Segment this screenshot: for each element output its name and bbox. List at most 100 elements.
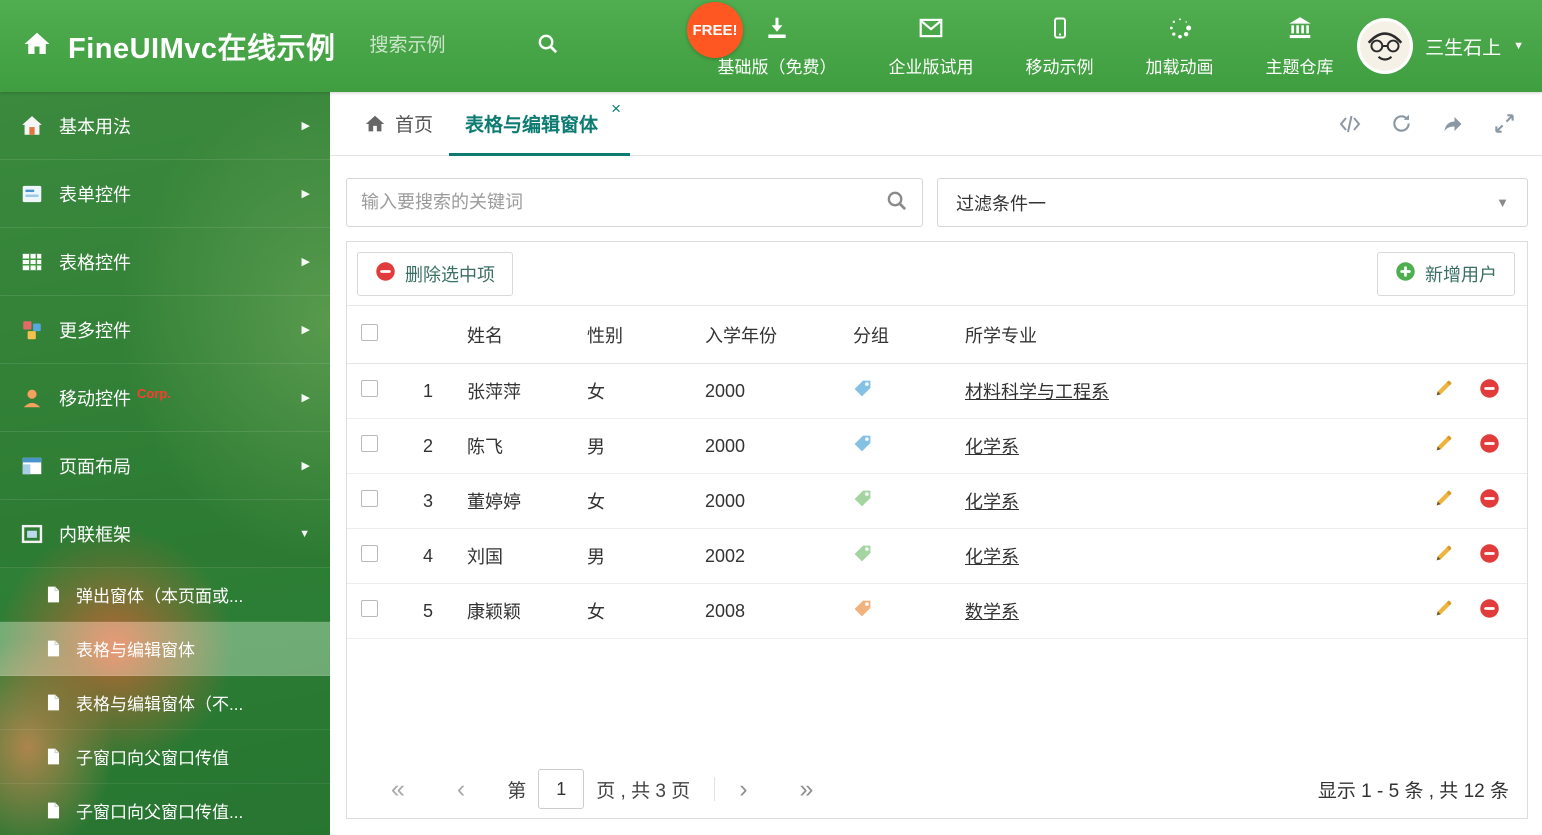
page-number-input[interactable] (538, 769, 585, 809)
pagination-bar: « ‹ 第 页 , 共 3 页 › » 显示 1 - 5 条 , 共 12 条 (347, 760, 1527, 818)
frame-icon (20, 522, 44, 546)
sidebar-item-more-controls[interactable]: 更多控件 ▶ (0, 296, 330, 364)
sidebar-subitem-child-to-parent[interactable]: 子窗口向父窗口传值 (0, 730, 330, 784)
last-page-button[interactable]: » (800, 776, 814, 802)
search-icon[interactable] (885, 189, 908, 217)
form-icon (20, 182, 44, 206)
sidebar-subitem-popup-window[interactable]: 弹出窗体（本页面或... (0, 568, 330, 622)
edit-row-button[interactable] (1433, 488, 1454, 509)
delete-row-button[interactable] (1479, 378, 1500, 399)
filter-dropdown[interactable]: 过滤条件一 ▼ (937, 178, 1528, 227)
app-window: FineUIMvc在线示例 FREE! 基础版（免费） 企业版试用 移动示例 加… (0, 0, 1542, 835)
major-link[interactable]: 材料科学与工程系 (965, 382, 1109, 402)
cell-year: 2000 (705, 380, 746, 401)
share-icon[interactable] (1441, 112, 1465, 136)
row-checkbox[interactable] (361, 545, 378, 562)
refresh-icon[interactable] (1390, 112, 1413, 135)
prev-page-button[interactable]: ‹ (457, 776, 465, 802)
delete-row-button[interactable] (1479, 543, 1500, 564)
delete-row-button[interactable] (1479, 433, 1500, 454)
home-icon (364, 113, 386, 135)
home-icon (22, 29, 52, 64)
cell-gender: 男 (587, 547, 605, 567)
pager-divider (714, 777, 716, 801)
sidebar-item-iframe[interactable]: 内联框架 ▼ (0, 500, 330, 568)
close-icon[interactable]: × (611, 100, 621, 117)
row-number: 4 (423, 545, 434, 566)
table-row: 5 康颖颖 女 2008 数学系 (347, 584, 1527, 639)
sidebar-subitem-child-to-parent-2[interactable]: 子窗口向父窗口传值... (0, 784, 330, 835)
caret-down-icon: ▼ (1496, 195, 1509, 210)
mobile-icon (1048, 15, 1072, 46)
sidebar-subitem-grid-edit-window[interactable]: 表格与编辑窗体 (0, 622, 330, 676)
tab-home[interactable]: 首页 (348, 92, 449, 155)
row-checkbox[interactable] (361, 380, 378, 397)
filter-row: 过滤条件一 ▼ (330, 156, 1542, 227)
filter-dropdown-value: 过滤条件一 (956, 193, 1046, 214)
chevron-right-icon: ▶ (301, 392, 310, 404)
major-link[interactable]: 化学系 (965, 547, 1019, 567)
search-icon[interactable] (536, 32, 559, 60)
row-checkbox[interactable] (361, 490, 378, 507)
next-page-button[interactable]: › (739, 776, 747, 802)
add-user-button[interactable]: 新增用户 (1377, 251, 1515, 296)
expand-icon[interactable] (1493, 112, 1516, 135)
table-row: 4 刘国 男 2002 化学系 (347, 529, 1527, 584)
user-menu[interactable]: 三生石上 ▼ (1357, 0, 1524, 92)
header-search (369, 32, 580, 60)
user-name: 三生石上 (1425, 37, 1502, 59)
cell-year: 2000 (705, 490, 746, 511)
user-avatar (1357, 18, 1414, 74)
grid-toolbar: 删除选中项 新增用户 (347, 242, 1527, 306)
cell-gender: 男 (587, 437, 605, 457)
first-page-button[interactable]: « (391, 776, 405, 802)
brand[interactable]: FineUIMvc在线示例 (0, 25, 360, 67)
chevron-right-icon: ▶ (301, 120, 310, 132)
cubes-icon (20, 318, 44, 342)
group-tag-icon (853, 489, 872, 508)
cell-gender: 女 (587, 382, 605, 402)
grid-panel: 删除选中项 新增用户 姓名 性别 入学年份 分组 所学专业 1 张萍萍 女 20… (346, 241, 1528, 819)
group-tag-icon (853, 544, 872, 563)
source-code-icon[interactable] (1338, 112, 1362, 136)
edit-row-button[interactable] (1433, 433, 1454, 454)
nav-item-loading-animation[interactable]: 加载动画 (1120, 15, 1240, 78)
edit-row-button[interactable] (1433, 543, 1454, 564)
major-link[interactable]: 化学系 (965, 492, 1019, 512)
sidebar-item-basic-usage[interactable]: 基本用法 ▶ (0, 92, 330, 160)
minus-circle-icon (375, 261, 396, 287)
delete-row-button[interactable] (1479, 488, 1500, 509)
tab-grid-edit-window[interactable]: 表格与编辑窗体 × (449, 92, 631, 156)
cell-name: 陈飞 (467, 437, 503, 457)
keyword-search-input[interactable] (361, 192, 885, 213)
cell-name: 康颖颖 (467, 602, 521, 622)
sidebar-item-mobile-controls[interactable]: 移动控件 Corp. ▶ (0, 364, 330, 432)
group-tag-icon (853, 434, 872, 453)
page-prefix-label: 第 (507, 780, 527, 802)
sidebar-item-form-controls[interactable]: 表单控件 ▶ (0, 160, 330, 228)
record-summary: 显示 1 - 5 条 , 共 12 条 (1317, 780, 1509, 802)
major-link[interactable]: 数学系 (965, 602, 1019, 622)
delete-row-button[interactable] (1479, 598, 1500, 619)
nav-item-theme-repo[interactable]: 主题仓库 (1240, 15, 1360, 78)
col-name: 姓名 (467, 325, 503, 346)
row-checkbox[interactable] (361, 435, 378, 452)
main-content: 首页 表格与编辑窗体 × 过滤条件 (330, 92, 1542, 835)
file-icon (44, 747, 63, 766)
tab-strip: 首页 表格与编辑窗体 × (330, 92, 1542, 156)
sidebar-item-grid-controls[interactable]: 表格控件 ▶ (0, 228, 330, 296)
row-checkbox[interactable] (361, 600, 378, 617)
header-search-input[interactable] (369, 35, 520, 57)
nav-item-enterprise-trial[interactable]: 企业版试用 (863, 15, 1000, 78)
select-all-checkbox[interactable] (361, 323, 378, 341)
group-tag-icon (853, 599, 872, 618)
edit-row-button[interactable] (1433, 378, 1454, 399)
sidebar-subitem-grid-edit-window-2[interactable]: 表格与编辑窗体（不... (0, 676, 330, 730)
delete-selected-button[interactable]: 删除选中项 (357, 251, 513, 296)
major-link[interactable]: 化学系 (965, 437, 1019, 457)
nav-item-mobile-demo[interactable]: 移动示例 (1000, 15, 1120, 78)
sidebar-item-page-layout[interactable]: 页面布局 ▶ (0, 432, 330, 500)
chevron-right-icon: ▶ (301, 188, 310, 200)
edit-row-button[interactable] (1433, 598, 1454, 619)
chevron-right-icon: ▶ (301, 324, 310, 336)
